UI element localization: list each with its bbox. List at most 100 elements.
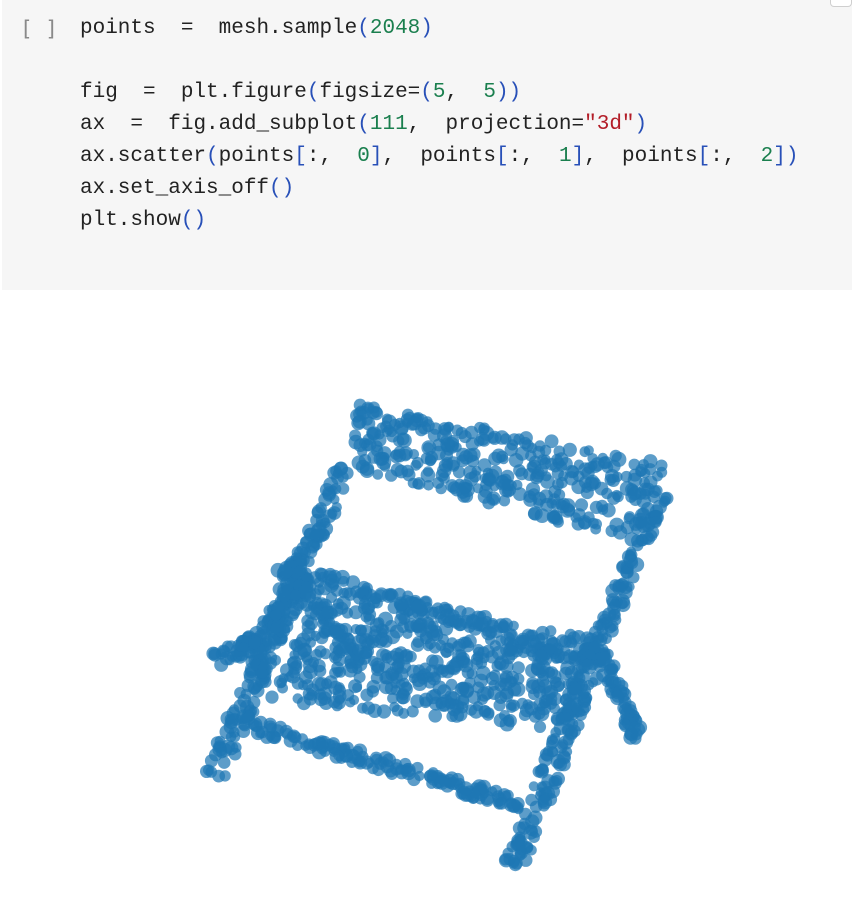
scatter-point [553,445,566,458]
scatter-point [396,687,410,701]
scatter-point [270,622,282,634]
scatter-point [314,567,327,580]
run-cell-prompt[interactable]: [ ] [20,17,58,41]
scatter-point [412,477,426,490]
scatter-point [396,432,412,448]
scatter-point [224,655,235,666]
scatter-point [367,703,382,718]
scatter-point [358,453,372,467]
code-token: , [445,81,484,104]
scatter-point [385,767,399,780]
scatter-point [330,626,344,640]
scatter-point [479,484,493,498]
scatter-point [364,757,375,768]
code-token: ] [773,145,786,168]
scatter-point [499,688,514,703]
scatter-point [528,831,540,843]
scatter-point [513,464,526,477]
code-token: points [420,145,496,168]
scatter-point [489,784,503,798]
scatter-point [250,720,263,733]
code-token: 0 [357,145,370,168]
scatter-point [337,482,350,495]
scatter-point [562,649,578,665]
code-token: ax [80,113,106,136]
code-token: ) [193,209,207,232]
scatter-point [435,697,451,712]
scatter-point [618,580,633,595]
scatter-point [618,718,631,731]
scatter-point [597,651,612,667]
code-token: 2048 [369,17,421,40]
scatter-point [353,671,366,683]
scatter-point [317,740,330,753]
scatter-point [585,649,596,660]
scatter-point [423,480,434,491]
scatter-point [534,764,549,779]
scatter-point [659,495,671,507]
code-token: plt.show [80,209,181,232]
scatter-point [482,626,493,637]
scatter-point [582,658,594,671]
code-token: 1 [558,145,572,168]
scatter-point [398,708,410,719]
scatter-point [402,629,413,639]
code-token: fig.add_subplot [168,113,358,136]
scatter-point [265,690,279,704]
scatter-point [578,462,593,477]
scatter-point [303,692,317,706]
cell-toolbar-tab[interactable] [830,0,852,7]
scatter-point [438,472,450,484]
scatter-point [482,496,496,510]
scatter-point [302,664,318,680]
code-token: ) [420,17,433,40]
scatter-point [601,487,613,500]
scatter-point [603,674,615,686]
scatter-point [525,814,540,829]
scatter-point [472,644,485,656]
scatter-point [504,645,519,661]
scatter-point [550,711,565,727]
scatter-point [438,621,454,636]
scatter-point [489,669,501,682]
scatter-point [238,642,249,653]
code-cell[interactable]: [ ] points = mesh.sample(2048) fig = plt.… [2,0,852,290]
scatter-point [371,444,384,457]
scatter-point [539,694,553,709]
code-token: , [407,113,446,136]
scatter-point [511,661,525,675]
scatter-point [546,746,559,758]
code-token: ( [306,81,320,104]
scatter-point [237,693,252,708]
code-token: 2 [760,145,774,168]
scatter-point [318,528,330,540]
scatter-point [422,466,434,477]
code-token: ) [634,113,648,136]
scatter-point [515,446,530,461]
scatter-point [638,459,649,470]
scatter-point [503,714,517,728]
scatter-point [353,407,367,421]
code-editor[interactable]: points = mesh.sample(2048) fig = plt.figu… [80,13,799,237]
code-token: ( [180,209,194,232]
cell-output [0,291,852,901]
scatter-point [528,781,539,792]
code-token: = [105,113,169,136]
scatter-point [412,620,423,631]
scatter-point [277,589,292,603]
scatter-point [297,643,312,658]
scatter-point [609,599,621,611]
scatter-point [226,706,240,720]
scatter-point [455,649,467,661]
scatter-point [609,449,622,462]
scatter-point [428,709,443,723]
scatter-point [449,708,465,723]
scatter-point [352,644,365,657]
scatter-point [563,635,577,648]
code-token: figsize= [319,81,421,104]
scatter-point [628,721,641,734]
scatter-point [605,469,620,484]
code-token: points [622,145,698,168]
scatter-point [229,731,241,743]
scatter-point [549,733,561,744]
